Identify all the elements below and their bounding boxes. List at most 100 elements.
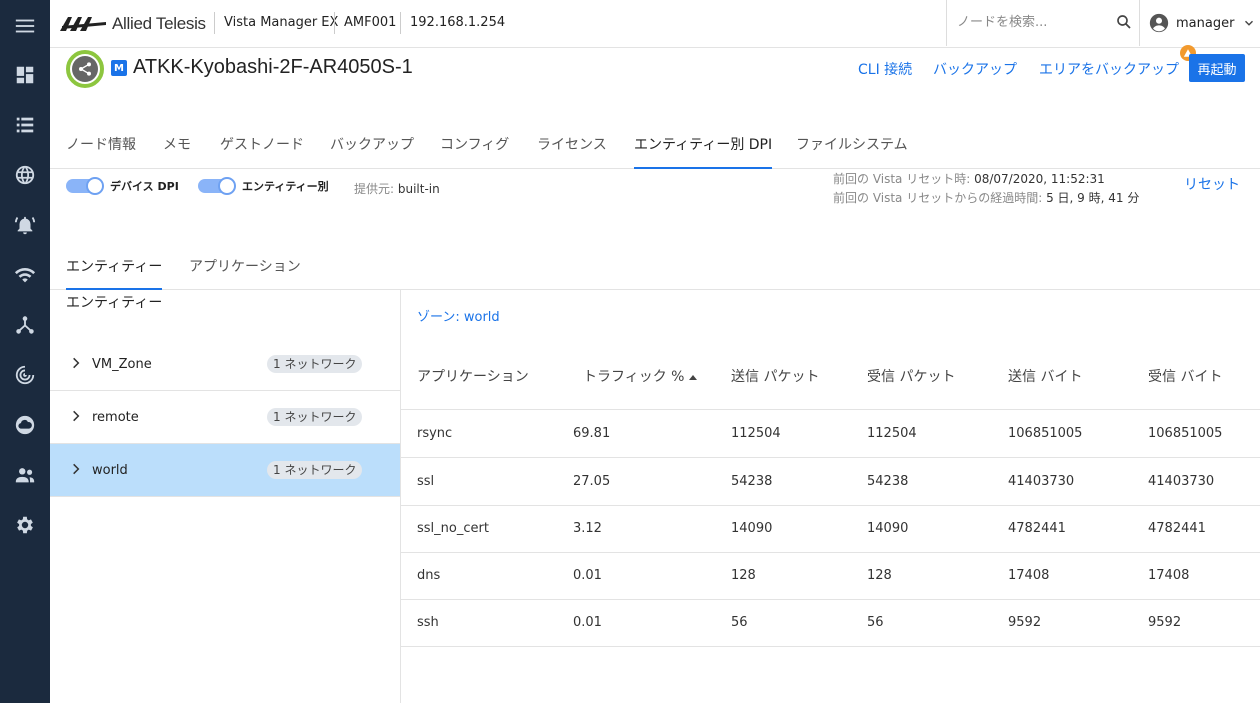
tab-guest-nodes[interactable]: ゲストノード [220, 134, 304, 169]
cell-received-packets: 56 [867, 615, 884, 630]
network-count-chip: 1 ネットワーク [267, 461, 363, 479]
tab-node-info[interactable]: ノード情報 [66, 134, 136, 169]
entity-row-vm-zone[interactable]: VM_Zone 1 ネットワーク [50, 338, 400, 391]
provider-info: 提供元: built-in [354, 182, 440, 196]
search-box [946, 0, 1140, 46]
reset-link[interactable]: リセット [1184, 174, 1240, 194]
table-row[interactable]: rsync 69.81 112504 112504 106851005 1068… [401, 411, 1260, 458]
radar-icon[interactable] [13, 363, 37, 387]
chevron-right-icon[interactable] [69, 409, 83, 423]
cell-sent-bytes: 41403730 [1008, 474, 1075, 489]
cell-traffic: 3.12 [573, 521, 602, 536]
reboot-button[interactable]: 再起動 [1189, 54, 1245, 82]
cli-connect-link[interactable]: CLI 接続 [858, 59, 912, 79]
chevron-right-icon[interactable] [69, 462, 83, 476]
last-reset-value: 08/07/2020, 11:52:31 [974, 172, 1105, 186]
dashboard-icon[interactable] [13, 63, 37, 87]
tab-entities[interactable]: エンティティー [66, 256, 163, 290]
cell-application: dns [417, 568, 441, 583]
area-name[interactable]: AMF001 [344, 15, 396, 30]
sidebar [0, 0, 50, 703]
tab-memo[interactable]: メモ [163, 134, 191, 169]
search-input[interactable] [957, 12, 1107, 32]
tab-backup[interactable]: バックアップ [330, 134, 414, 169]
cell-sent-bytes: 17408 [1008, 568, 1050, 583]
topology-icon[interactable] [13, 313, 37, 337]
cell-sent-packets: 54238 [731, 474, 773, 489]
col-traffic-percent[interactable]: トラフィック % [583, 366, 698, 386]
cell-sent-packets: 56 [731, 615, 748, 630]
cell-application: rsync [417, 426, 453, 441]
last-reset-info: 前回の Vista リセット時: 08/07/2020, 11:52:31 [833, 172, 1105, 186]
col-sent-bytes[interactable]: 送信 バイト [1008, 366, 1082, 386]
col-sent-packets[interactable]: 送信 パケット [731, 366, 819, 386]
col-received-packets[interactable]: 受信 パケット [867, 366, 955, 386]
col-received-bytes[interactable]: 受信 バイト [1148, 366, 1222, 386]
cell-received-bytes: 17408 [1148, 568, 1190, 583]
entity-name: world [92, 463, 128, 478]
network-count-chip: 1 ネットワーク [267, 355, 363, 373]
cell-received-bytes: 9592 [1148, 615, 1182, 630]
cell-sent-bytes: 9592 [1008, 615, 1042, 630]
cell-received-bytes: 4782441 [1148, 521, 1206, 536]
user-menu[interactable]: manager [1148, 12, 1256, 34]
cell-received-packets: 128 [867, 568, 892, 583]
cell-received-packets: 14090 [867, 521, 909, 536]
tab-entity-dpi[interactable]: エンティティー別 DPI [634, 134, 773, 169]
share-icon [79, 62, 91, 76]
provider-value: built-in [397, 182, 440, 196]
main-tabs: ノード情報 メモ ゲストノード バックアップ コンフィグ ライセンス エンティテ… [50, 120, 1260, 169]
users-icon[interactable] [13, 463, 37, 487]
chevron-right-icon[interactable] [69, 356, 83, 370]
allied-telesis-logo-icon [60, 17, 106, 31]
entity-list-panel: エンティティー VM_Zone 1 ネットワーク remote 1 ネットワーク… [50, 290, 401, 703]
globe-icon[interactable] [13, 163, 37, 187]
ip-address: 192.168.1.254 [410, 15, 506, 30]
cell-application: ssl_no_cert [417, 521, 489, 536]
table-row[interactable]: dns 0.01 128 128 17408 17408 [401, 553, 1260, 600]
cell-received-packets: 54238 [867, 474, 909, 489]
wifi-icon[interactable] [13, 263, 37, 287]
cell-received-bytes: 41403730 [1148, 474, 1215, 489]
entity-row-remote[interactable]: remote 1 ネットワーク [50, 391, 400, 444]
settings-gear-icon[interactable] [13, 513, 37, 537]
entity-name: remote [92, 410, 139, 425]
tab-license[interactable]: ライセンス [537, 134, 607, 169]
table-row[interactable]: ssl 27.05 54238 54238 41403730 41403730 [401, 459, 1260, 506]
entity-dpi-toggle[interactable] [198, 177, 236, 195]
master-badge: M [111, 60, 127, 76]
entity-dpi-label: エンティティー別 [242, 180, 329, 193]
cell-sent-bytes: 4782441 [1008, 521, 1066, 536]
user-name: manager [1176, 15, 1235, 31]
table-header: アプリケーション トラフィック % 送信 パケット 受信 パケット 送信 バイト… [401, 350, 1260, 410]
cloud-icon[interactable] [13, 413, 37, 437]
alarm-icon[interactable] [13, 213, 37, 237]
tab-file-system[interactable]: ファイルシステム [796, 134, 908, 169]
search-icon[interactable] [1115, 13, 1133, 31]
area-backup-link[interactable]: エリアをバックアップ [1039, 59, 1179, 79]
cell-sent-packets: 112504 [731, 426, 781, 441]
tab-applications[interactable]: アプリケーション [189, 256, 301, 290]
cell-traffic: 0.01 [573, 568, 602, 583]
brand-logo: Allied Telesis [60, 14, 206, 34]
node-status-badge [66, 50, 104, 88]
product-name: Vista Manager EX [224, 15, 339, 30]
tab-config[interactable]: コンフィグ [440, 134, 509, 169]
list-icon[interactable] [13, 113, 37, 137]
cell-sent-bytes: 106851005 [1008, 426, 1083, 441]
cell-traffic: 0.01 [573, 615, 602, 630]
node-header: M ATKK-Kyobashi-2F-AR4050S-1 CLI 接続 バックア… [50, 45, 1260, 120]
menu-icon[interactable] [13, 14, 37, 38]
device-dpi-toggle[interactable] [66, 177, 104, 195]
elapsed-value: 5 日, 9 時, 41 分 [1046, 191, 1140, 205]
col-application[interactable]: アプリケーション [417, 366, 529, 386]
top-bar: Allied Telesis Vista Manager EX AMF001 1… [50, 0, 1260, 48]
network-count-chip: 1 ネットワーク [267, 408, 363, 426]
entity-row-world[interactable]: world 1 ネットワーク [50, 444, 400, 497]
backup-link[interactable]: バックアップ [933, 59, 1017, 79]
entity-name: VM_Zone [92, 357, 152, 372]
cell-received-bytes: 106851005 [1148, 426, 1223, 441]
table-row[interactable]: ssl_no_cert 3.12 14090 14090 4782441 478… [401, 506, 1260, 553]
cell-sent-packets: 128 [731, 568, 756, 583]
table-row[interactable]: ssh 0.01 56 56 9592 9592 [401, 600, 1260, 647]
